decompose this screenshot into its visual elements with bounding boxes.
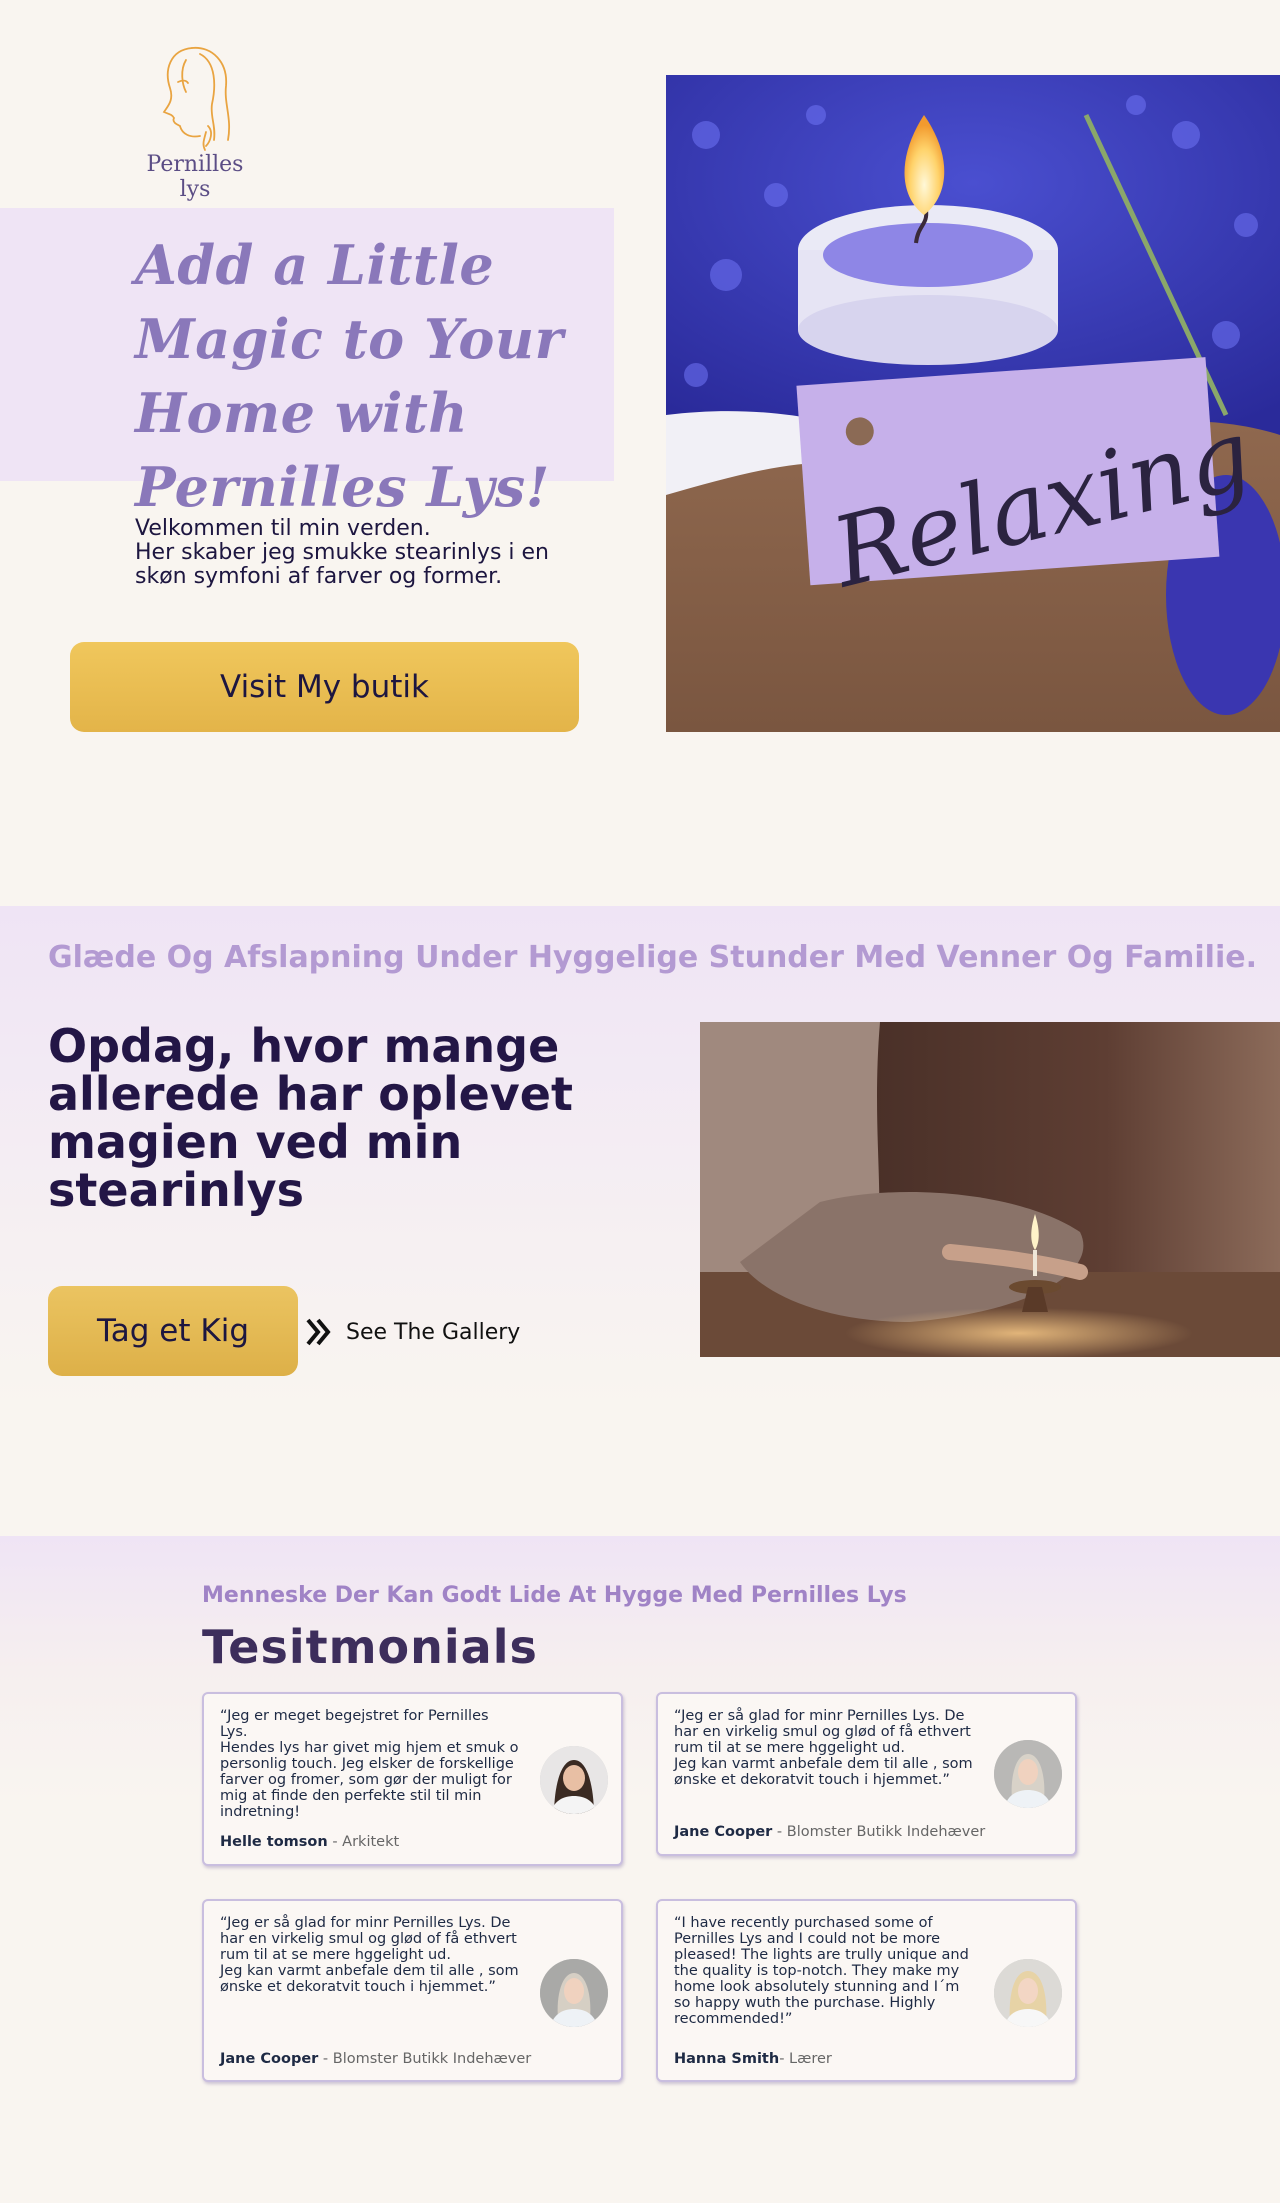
testimonials-background bbox=[0, 1536, 1280, 2203]
testimonial-author: Hanna Smith- Lærer bbox=[674, 2051, 832, 2067]
see-gallery-link[interactable]: See The Gallery bbox=[304, 1310, 520, 1354]
visit-shop-button[interactable]: Visit My butik bbox=[70, 642, 579, 732]
testimonial-author-name: Jane Cooper bbox=[674, 1824, 773, 1840]
brand-logo[interactable]: Pernilles lys bbox=[130, 40, 260, 202]
avatar bbox=[540, 1959, 608, 2027]
hero-welcome-text: Velkommen til min verden. Her skaber jeg… bbox=[135, 516, 549, 589]
take-a-look-button[interactable]: Tag et Kig bbox=[48, 1286, 298, 1376]
testimonial-card: “I have recently purchased some of Perni… bbox=[656, 1899, 1077, 2082]
candle-relaxing-image: Relaxing bbox=[666, 75, 1280, 732]
see-gallery-label: See The Gallery bbox=[346, 1319, 521, 1345]
testimonial-author-role: - Lærer bbox=[779, 2051, 832, 2067]
testimonials-tagline: Menneske Der Kan Godt Lide At Hygge Med … bbox=[202, 1583, 907, 1608]
testimonial-author-role: - Blomster Butikk Indehæver bbox=[772, 1824, 986, 1840]
testimonial-author: Jane Cooper - Blomster Butikk Indehæver bbox=[674, 1824, 985, 1840]
brand-name: Pernilles lys bbox=[146, 152, 244, 202]
testimonial-author: Helle tomson - Arkitekt bbox=[220, 1834, 399, 1850]
section2-heading: Opdag, hvor mange allerede har oplevet m… bbox=[48, 1019, 573, 1217]
testimonial-quote: “Jeg er så glad for minr Pernilles Lys. … bbox=[674, 1708, 973, 1788]
testimonial-card: “Jeg er så glad for minr Pernilles Lys. … bbox=[656, 1692, 1077, 1856]
testimonial-card: “Jeg er meget begejstret for Pernilles L… bbox=[202, 1692, 623, 1866]
section2-tagline: Glæde Og Afslapning Under Hyggelige Stun… bbox=[48, 940, 1257, 975]
avatar bbox=[540, 1746, 608, 1814]
meditation-candle-image bbox=[700, 1022, 1280, 1357]
avatar bbox=[994, 1740, 1062, 1808]
testimonials-heading: Tesitmonials bbox=[202, 1620, 538, 1674]
testimonial-quote: “I have recently purchased some of Perni… bbox=[674, 1915, 969, 2027]
testimonial-author-name: Jane Cooper bbox=[220, 2051, 319, 2067]
hero-title: Add a Little Magic to Your Home with Per… bbox=[135, 233, 564, 519]
testimonial-quote: “Jeg er så glad for minr Pernilles Lys. … bbox=[220, 1915, 519, 1995]
testimonial-author-name: Helle tomson bbox=[220, 1834, 328, 1850]
testimonial-card: “Jeg er så glad for minr Pernilles Lys. … bbox=[202, 1899, 623, 2082]
woman-face-logo-icon bbox=[162, 47, 230, 151]
testimonial-author-name: Hanna Smith bbox=[674, 2051, 780, 2067]
avatar bbox=[994, 1959, 1062, 2027]
testimonial-author: Jane Cooper - Blomster Butikk Indehæver bbox=[220, 2051, 531, 2067]
testimonial-author-role: - Arkitekt bbox=[327, 1834, 400, 1850]
testimonial-author-role: - Blomster Butikk Indehæver bbox=[318, 2051, 532, 2067]
testimonial-quote: “Jeg er meget begejstret for Pernilles L… bbox=[220, 1708, 519, 1820]
double-chevron-right-icon bbox=[306, 1318, 331, 1346]
